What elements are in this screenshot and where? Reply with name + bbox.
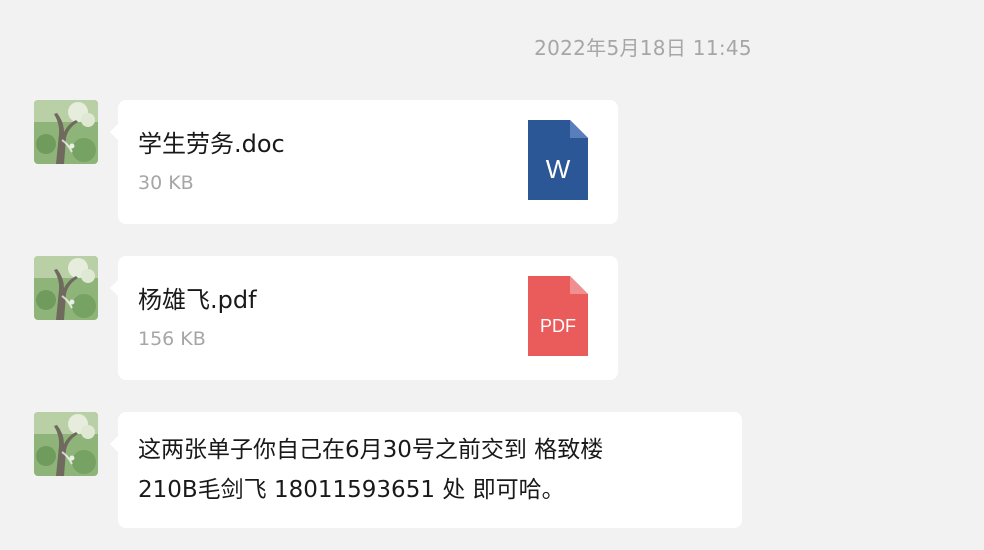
message-line: 210B毛剑飞 18011593651 处 即可哈。: [138, 477, 565, 503]
sender-avatar[interactable]: [34, 100, 98, 164]
word-icon-label: W: [546, 154, 571, 184]
text-message-bubble[interactable]: 这两张单子你自己在6月30号之前交到 格致楼 210B毛剑飞 180115936…: [110, 412, 742, 528]
message-timestamp: 2022年5月18日 11:45: [534, 36, 752, 60]
avatar-image: [34, 256, 98, 320]
sender-avatar[interactable]: [34, 412, 98, 476]
avatar-image: [34, 100, 98, 164]
pdf-file-icon: PDF: [528, 276, 588, 356]
file-size: 30 KB: [138, 172, 194, 194]
file-name: 学生劳务.doc: [138, 130, 285, 158]
message-text: 这两张单子你自己在6月30号之前交到 格致楼 210B毛剑飞 180115936…: [138, 430, 730, 510]
file-size: 156 KB: [138, 328, 206, 350]
file-message-bubble[interactable]: 杨雄飞.pdf 156 KB PDF: [110, 256, 618, 380]
avatar-image: [34, 412, 98, 476]
file-name: 杨雄飞.pdf: [138, 286, 257, 314]
sender-avatar[interactable]: [34, 256, 98, 320]
file-message-bubble[interactable]: 学生劳务.doc 30 KB W: [110, 100, 618, 224]
message-line: 这两张单子你自己在6月30号之前交到 格致楼: [138, 437, 604, 463]
word-doc-icon: W: [528, 120, 588, 200]
pdf-icon-label: PDF: [540, 316, 576, 336]
